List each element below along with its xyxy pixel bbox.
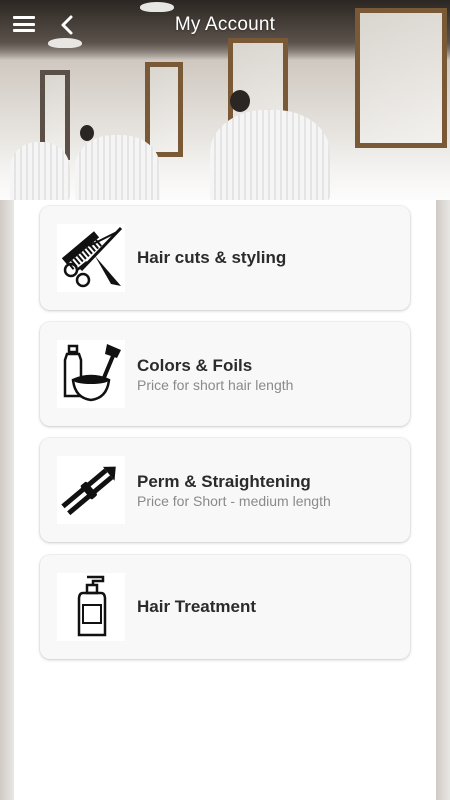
service-card-perm[interactable]: Perm & Straightening Price for Short - m… [40, 438, 410, 542]
page-title: My Account [174, 14, 276, 35]
service-card-haircuts[interactable]: Hair cuts & styling [40, 206, 410, 310]
hair-dye-icon [57, 340, 125, 408]
left-edge [0, 200, 14, 800]
service-name: Perm & Straightening [137, 471, 311, 491]
scissors-comb-icon [57, 224, 125, 292]
pump-bottle-icon [57, 573, 125, 641]
service-name: Colors & Foils [137, 355, 253, 375]
service-name: Hair Treatment [137, 597, 257, 616]
right-edge [436, 200, 450, 800]
straightener-icon [57, 456, 125, 524]
service-subtitle: Price for Short - medium length [137, 492, 331, 509]
app-bar: My Account [0, 0, 450, 50]
service-card-colors[interactable]: Colors & Foils Price for short hair leng… [40, 322, 410, 426]
service-card-treatment[interactable]: Hair Treatment [40, 555, 410, 659]
service-name: Hair cuts & styling [137, 248, 287, 267]
service-subtitle: Price for short hair length [137, 376, 294, 393]
